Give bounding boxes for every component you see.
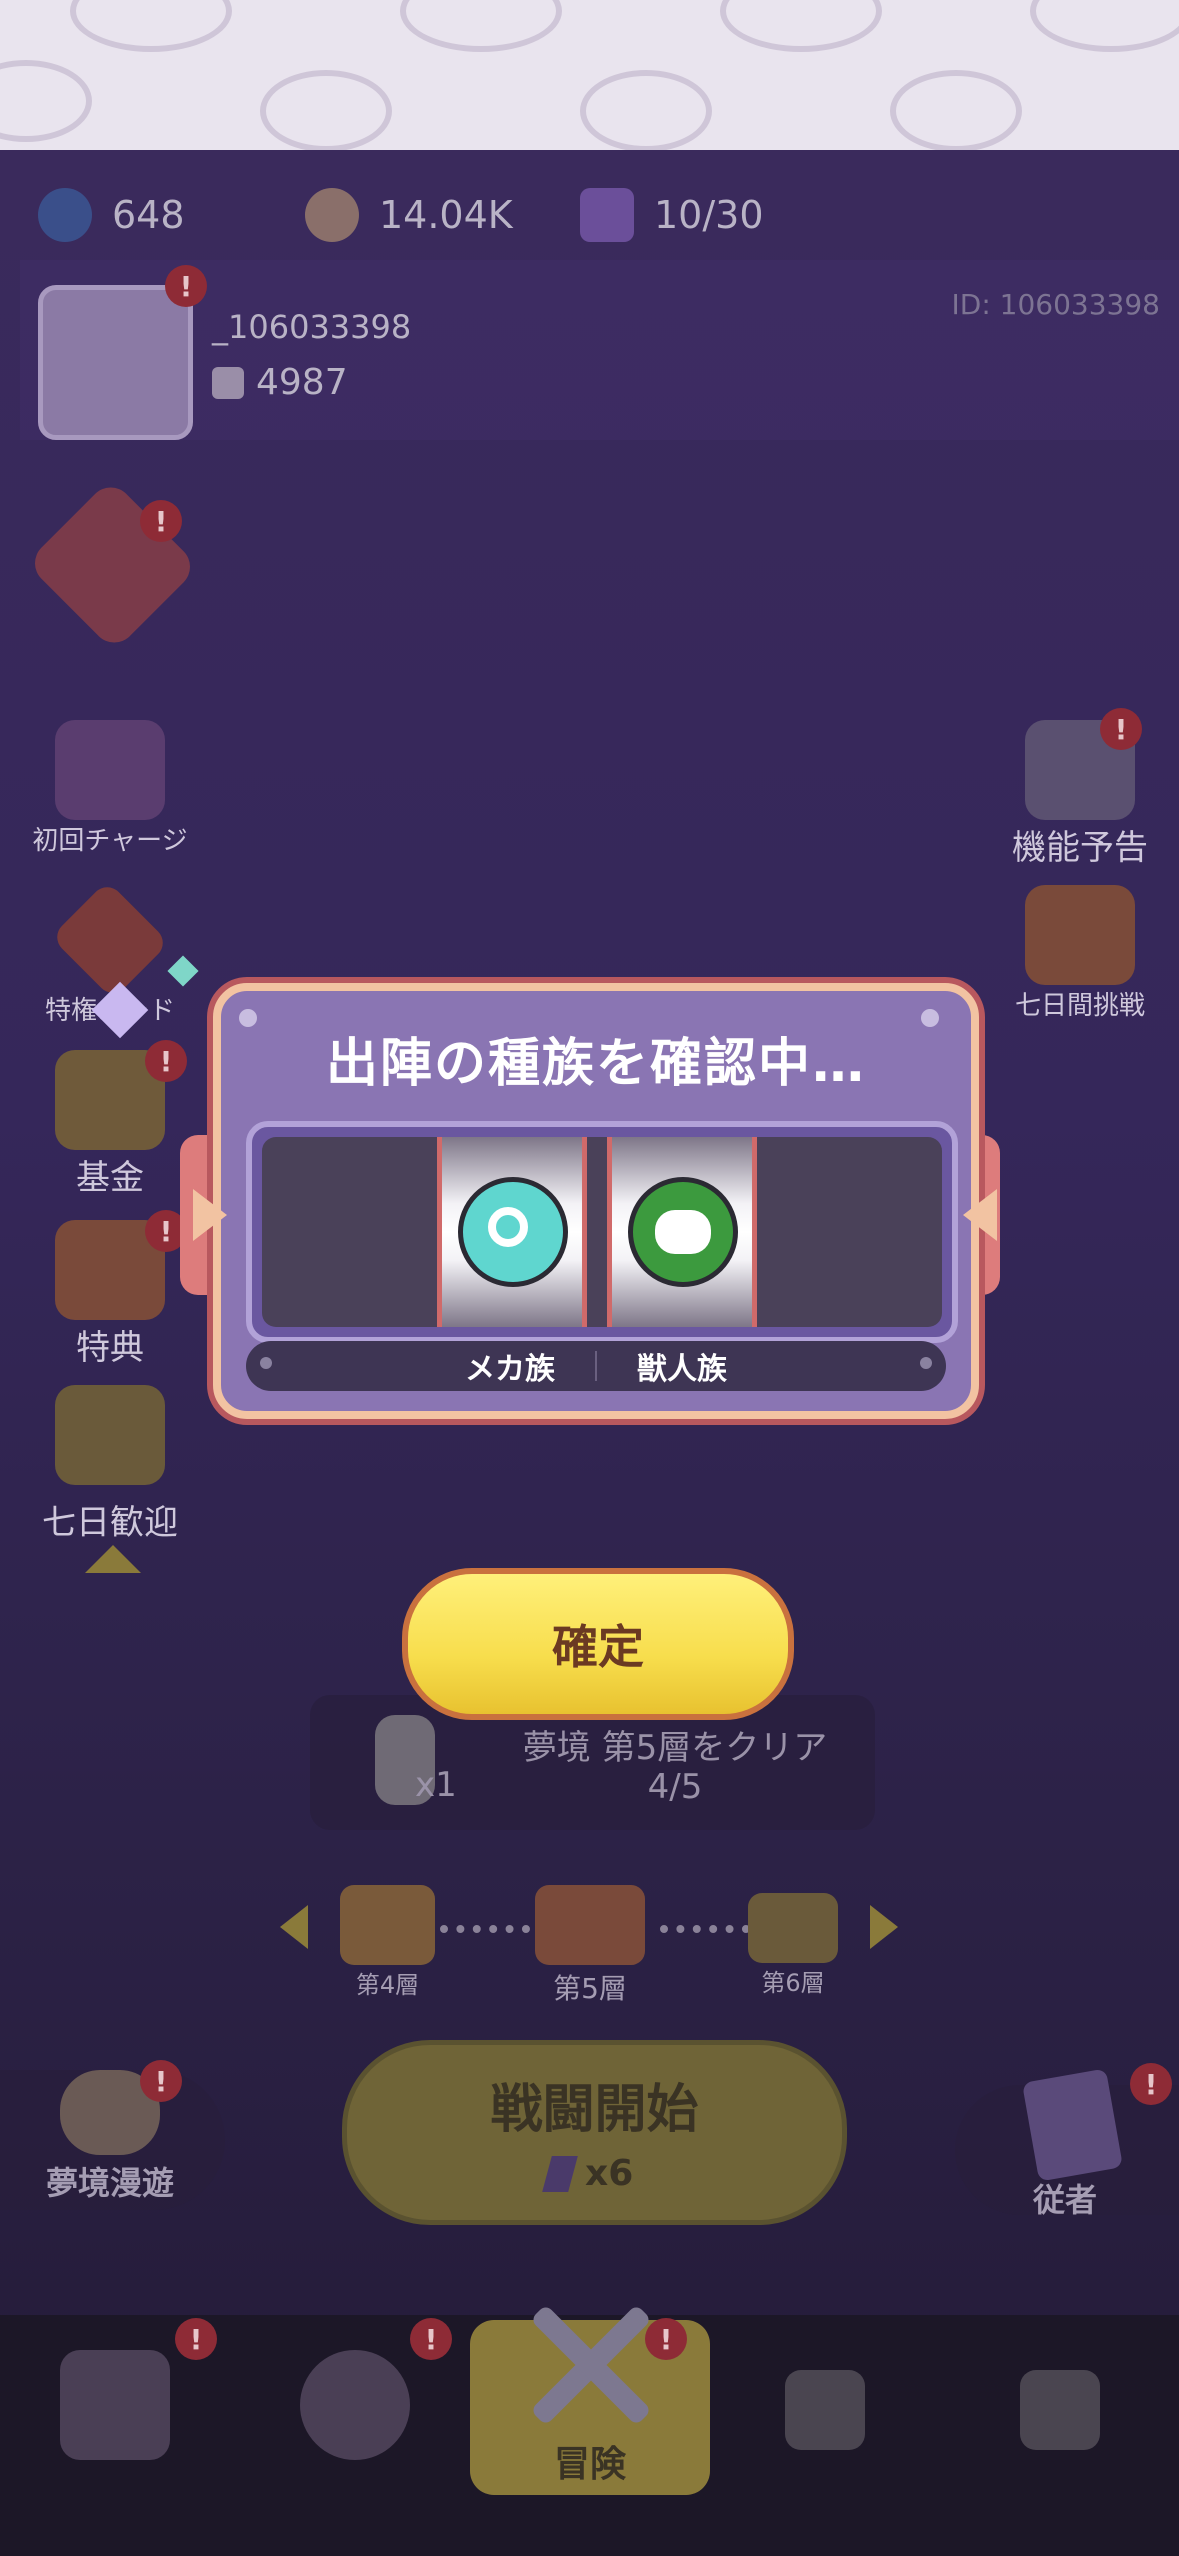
nav-tab-hero[interactable] [300, 2350, 410, 2460]
floor-path-dots [440, 1925, 530, 1933]
battle-cost-value: x6 [585, 2153, 634, 2194]
quest-text: 夢境 第5層をクリア [522, 1728, 828, 1768]
notification-badge: ! [645, 2318, 687, 2360]
left-menu-item-seven-day-welcome[interactable]: 七日歓迎 [15, 1385, 205, 1544]
confirm-button[interactable]: 確定 [402, 1568, 794, 1720]
notification-badge: ! [140, 2060, 182, 2102]
dream-wander-label: 夢境漫遊 [45, 2164, 174, 2202]
lightning-icon [580, 188, 634, 242]
lightning-icon [542, 2155, 578, 2192]
slot-reel [607, 1137, 757, 1327]
floor-label: 第6層 [761, 1969, 825, 1997]
floor-label: 第4層 [355, 1971, 420, 1999]
chest-icon[interactable] [535, 1885, 645, 1965]
player-name: _106033398 [212, 308, 412, 346]
coins-value: 14.04K [379, 193, 513, 237]
floor-next-arrow-icon[interactable] [870, 1905, 898, 1949]
nav-tab-label: 冒険 [553, 2444, 626, 2485]
avatar[interactable] [38, 285, 193, 440]
cards-icon [1021, 2068, 1124, 2182]
gem-icon [38, 188, 92, 242]
player-id: ID: 106033398 [951, 288, 1160, 321]
coins-counter[interactable]: 14.04K [305, 180, 513, 250]
power-display: 4987 [212, 362, 348, 403]
followers-label: 従者 [1032, 2181, 1097, 2219]
notification-badge: ! [410, 2318, 452, 2360]
race-label-mecha: メカ族 [465, 1352, 555, 1387]
left-menu-label: 基金 [76, 1158, 144, 1198]
battle-cost: x6 [542, 2153, 634, 2194]
race-check-modal: 出陣の種族を確認中… メカ族 獣人族 [193, 983, 997, 1419]
gems-counter[interactable]: 648 [38, 180, 185, 250]
left-menu-label: 初回チャージ [32, 826, 188, 856]
fist-icon [212, 366, 244, 399]
pointer-left-icon [193, 1189, 227, 1241]
top-pattern-band [0, 0, 1179, 152]
nav-tab-castle[interactable] [60, 2350, 170, 2460]
gear-icon [458, 1177, 568, 1287]
banana-icon [55, 1385, 165, 1485]
quest-progress: 4/5 [647, 1767, 703, 1807]
confirm-label: 確定 [552, 1620, 644, 1674]
card-icon [50, 880, 170, 1000]
chest-icon[interactable] [340, 1885, 435, 1965]
race-label-beast: 獣人族 [637, 1352, 727, 1387]
coin-icon [305, 188, 359, 242]
left-menu-item-first-charge[interactable]: 初回チャージ [15, 720, 205, 857]
gift-icon [55, 720, 165, 820]
pointer-right-icon [963, 1189, 997, 1241]
energy-counter[interactable]: 10/30 [580, 180, 764, 250]
start-battle-label: 戦闘開始 [490, 2080, 699, 2140]
quest-reward-count: x1 [415, 1765, 457, 1805]
left-menu-label: 七日歓迎 [42, 1503, 178, 1543]
lock-icon[interactable] [785, 2370, 865, 2450]
modal-title: 出陣の種族を確認中… [325, 1034, 866, 1094]
race-labels-bar: メカ族 獣人族 [246, 1341, 946, 1391]
gems-value: 648 [112, 193, 185, 237]
notification-badge: ! [140, 500, 182, 542]
beast-face-icon [628, 1177, 738, 1287]
notification-badge: ! [165, 265, 207, 307]
notification-badge: ! [145, 1040, 187, 1082]
crossed-swords-icon [515, 2290, 665, 2430]
locked-chest-icon[interactable] [748, 1893, 838, 1963]
notification-badge: ! [175, 2318, 217, 2360]
trophy-icon [1025, 885, 1135, 985]
slot-reel-window [262, 1137, 942, 1327]
floor-path-dots [660, 1925, 750, 1933]
energy-value: 10/30 [654, 193, 764, 237]
start-battle-button[interactable]: 戦闘開始 x6 [342, 2040, 847, 2225]
power-value: 4987 [256, 362, 348, 403]
right-menu-item-seven-day-challenge[interactable]: 七日間挑戦 [985, 885, 1175, 1022]
slot-reel [437, 1137, 587, 1327]
right-menu-label: 七日間挑戦 [1014, 991, 1145, 1021]
notification-badge: ! [1100, 708, 1142, 750]
lock-icon[interactable] [1020, 2370, 1100, 2450]
collapse-arrow-icon[interactable] [85, 1545, 141, 1573]
floor-label: 第5層 [553, 1972, 627, 2005]
notification-badge: ! [1130, 2063, 1172, 2105]
followers-button[interactable]: 従者 [955, 2068, 1179, 2219]
dream-wander-button[interactable]: 夢境漫遊 [0, 2070, 225, 2210]
left-menu-label: 特典 [76, 1328, 144, 1368]
slot-reel-frame [246, 1121, 958, 1343]
right-menu-label: 機能予告 [1012, 828, 1148, 868]
floor-prev-arrow-icon[interactable] [280, 1905, 308, 1949]
